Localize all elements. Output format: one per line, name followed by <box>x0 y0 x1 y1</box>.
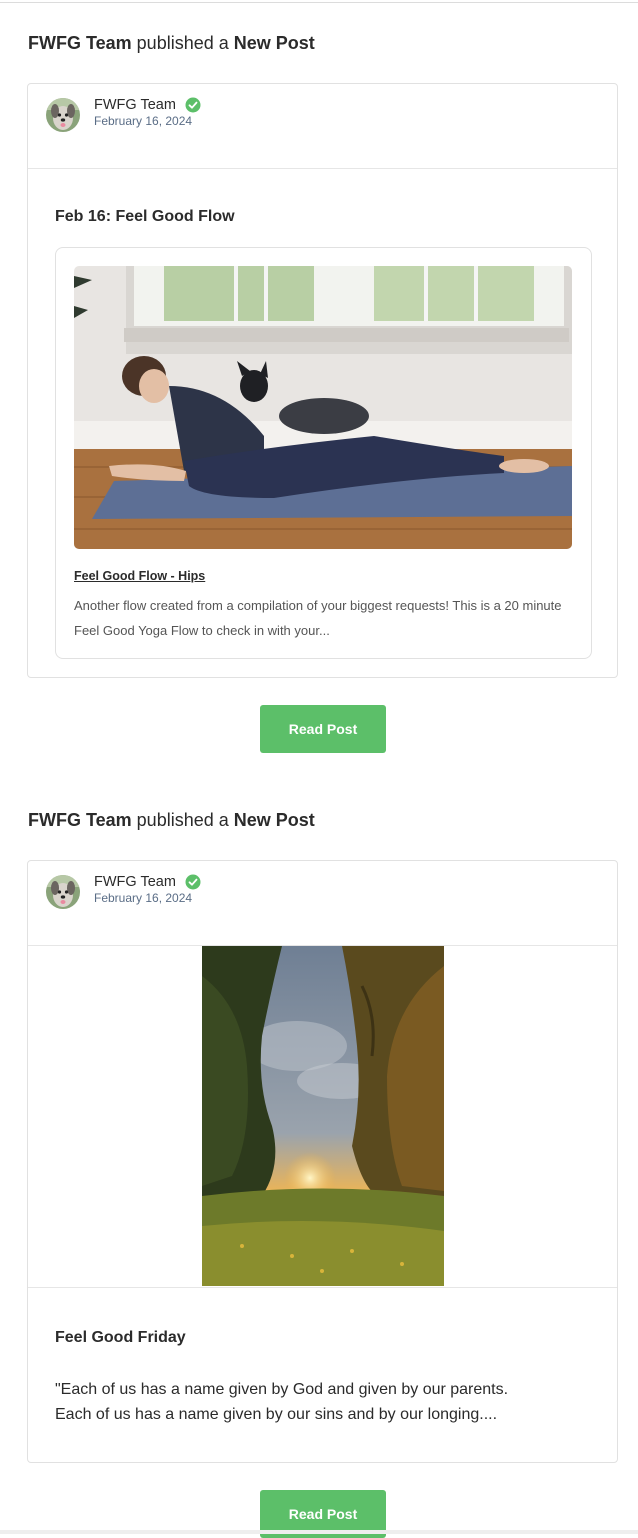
heading-type: New Post <box>233 33 315 53</box>
post-heading: FWFG Team published a New Post <box>28 33 315 54</box>
post-title[interactable]: Feel Good Friday <box>55 1329 186 1347</box>
excerpt-line: Each of us has a name given by our sins … <box>55 1406 498 1423</box>
post-image-container <box>28 946 617 1288</box>
post-heading: FWFG Team published a New Post <box>28 810 315 831</box>
embed-thumbnail[interactable] <box>74 266 572 549</box>
verified-check-icon <box>185 874 201 890</box>
heading-verb: published a <box>131 33 234 53</box>
embed-description: Another flow created from a compilation … <box>74 598 562 638</box>
top-divider <box>0 2 638 3</box>
post-header: FWFG Team February 16, 2024 <box>28 84 617 169</box>
verified-check-icon <box>185 97 201 113</box>
link-embed-card[interactable]: Feel Good Flow - Hips Another flow creat… <box>55 247 592 659</box>
author-name[interactable]: FWFG Team <box>94 874 176 890</box>
post-date: February 16, 2024 <box>94 114 193 128</box>
bottom-edge <box>0 1530 638 1534</box>
sunset-forest-photo[interactable] <box>202 946 444 1286</box>
heading-verb: published a <box>131 810 234 830</box>
post-date: February 16, 2024 <box>94 891 193 905</box>
author-avatar[interactable] <box>46 875 80 909</box>
embed-link[interactable]: Feel Good Flow - Hips <box>74 569 205 583</box>
heading-author: FWFG Team <box>28 810 132 830</box>
post-card: FWFG Team February 16, 2024 Feb 16: Feel… <box>27 83 618 678</box>
post-card: FWFG Team February 16, 2024 Feel Good Fr… <box>27 860 618 1463</box>
post-excerpt: "Each of us has a name given by God and … <box>55 1377 595 1427</box>
post-title[interactable]: Feb 16: Feel Good Flow <box>55 208 235 226</box>
post-header: FWFG Team February 16, 2024 <box>28 861 617 946</box>
read-post-button[interactable]: Read Post <box>260 705 386 753</box>
heading-type: New Post <box>233 810 315 830</box>
excerpt-line: "Each of us has a name given by God and … <box>55 1381 509 1398</box>
heading-author: FWFG Team <box>28 33 132 53</box>
author-avatar[interactable] <box>46 98 80 132</box>
author-name[interactable]: FWFG Team <box>94 97 176 113</box>
